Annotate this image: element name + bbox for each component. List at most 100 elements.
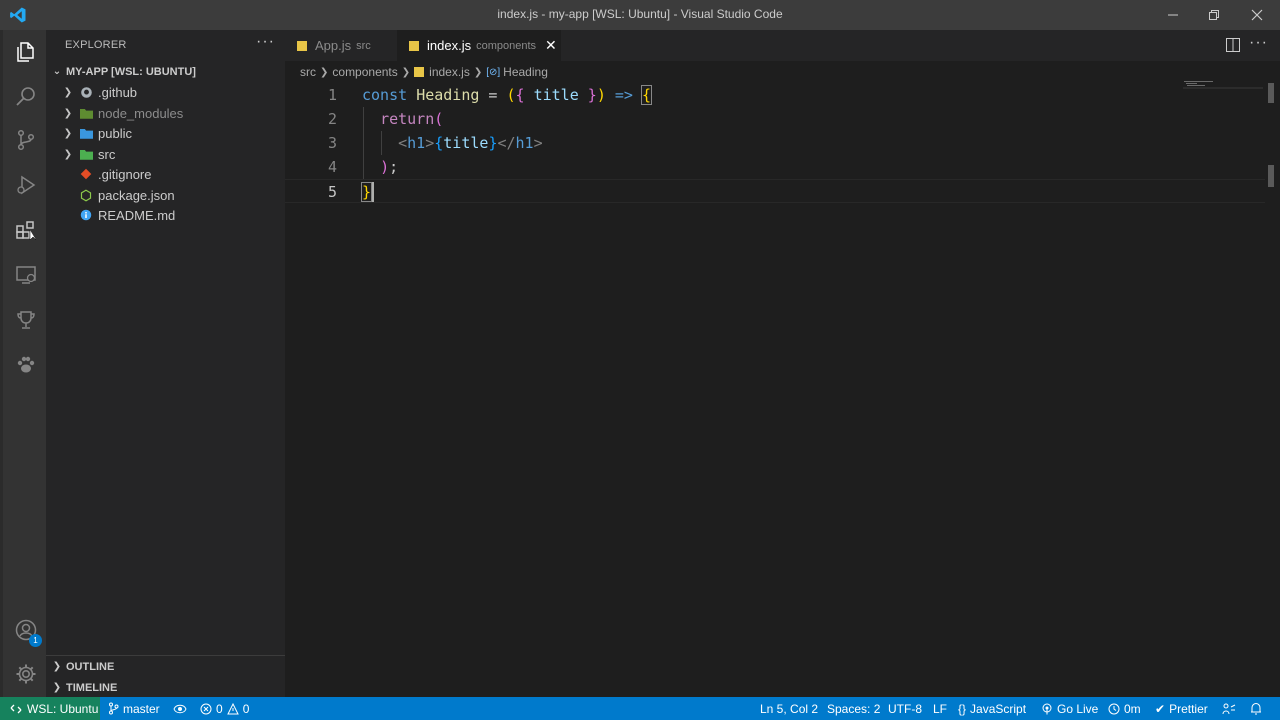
source-control-icon <box>17 129 35 151</box>
gear-icon <box>16 664 36 684</box>
tree-item-label: package.json <box>98 187 175 203</box>
tree-item-label: .gitignore <box>98 166 152 182</box>
activity-search[interactable] <box>3 74 49 118</box>
tree-item-readme[interactable]: README.md <box>46 205 285 225</box>
chevron-right-icon: ❯ <box>63 107 73 119</box>
activity-source-control[interactable] <box>3 118 49 162</box>
go-live-button[interactable]: Go Live <box>1041 697 1098 720</box>
workspace-root[interactable]: ⌄ MY-APP [WSL: UBUNTU] <box>46 61 285 82</box>
restore-icon <box>1209 10 1219 20</box>
git-branch-icon <box>109 702 119 715</box>
line-number: 1 <box>327 86 337 104</box>
end-of-line[interactable]: LF <box>933 697 947 720</box>
timeline-label: TIMELINE <box>66 681 118 694</box>
activity-manage[interactable] <box>3 652 49 696</box>
bell-icon <box>1251 702 1261 715</box>
time-tracker[interactable]: 0m <box>1108 697 1141 720</box>
chevron-right-icon: ❯ <box>63 86 73 98</box>
close-window-button[interactable] <box>1236 0 1278 30</box>
chevron-right-icon: ❯ <box>63 148 73 160</box>
node-folder-icon <box>79 106 93 120</box>
breadcrumb-item[interactable]: components <box>332 65 397 79</box>
prettier-label: Prettier <box>1169 701 1208 716</box>
code-text: const Heading = ({ title }) => { <box>362 85 653 105</box>
workspace-root-label: MY-APP [WSL: UBUNTU] <box>66 65 196 78</box>
editor-tabs: App.js src index.js components ✕ ··· <box>285 30 1280 61</box>
encoding-label: UTF-8 <box>888 701 922 716</box>
remote-icon <box>10 704 22 713</box>
explorer-header: EXPLORER <box>65 39 127 51</box>
nodejs-file-icon <box>79 188 93 202</box>
activity-extensions[interactable] <box>3 208 49 252</box>
code-text: return( <box>380 110 444 128</box>
tree-item-package-json[interactable]: package.json <box>46 185 285 205</box>
outline-label: OUTLINE <box>66 660 115 673</box>
git-branch[interactable]: master <box>108 697 160 720</box>
code-line: 1 const Heading = ({ title }) => { <box>285 83 1265 107</box>
warning-count: 0 <box>242 701 250 716</box>
close-tab-icon[interactable]: ✕ <box>545 37 557 54</box>
timeline-section[interactable]: ❯ TIMELINE <box>46 677 285 698</box>
code-editor[interactable]: 1 const Heading = ({ title }) => { 2 ret… <box>285 83 1280 697</box>
indentation[interactable]: Spaces: 2 <box>827 697 880 720</box>
chevron-right-icon: ❯ <box>63 127 73 139</box>
restore-button[interactable] <box>1193 0 1235 30</box>
cursor-position[interactable]: Ln 5, Col 2 <box>760 697 818 720</box>
line-number: 2 <box>327 110 337 128</box>
tab-description: src <box>356 39 371 52</box>
remote-explorer-icon <box>16 266 36 284</box>
tree-item-label: node_modules <box>98 105 184 121</box>
sync-button[interactable] <box>173 697 187 720</box>
sync-icon <box>173 704 187 713</box>
error-count: 0 <box>216 701 223 716</box>
tree-item-public[interactable]: ❯ public <box>46 123 285 143</box>
js-file-icon <box>409 40 419 51</box>
more-actions-icon[interactable]: ··· <box>256 33 275 51</box>
code-text: } <box>360 182 373 202</box>
activity-explorer[interactable] <box>3 30 49 74</box>
tree-item-label: .github <box>98 84 138 100</box>
eol-label: LF <box>933 701 948 716</box>
remote-label: WSL: Ubuntu <box>27 701 99 716</box>
breadcrumb-item[interactable]: index.js <box>429 65 470 79</box>
language-mode[interactable]: {} JavaScript <box>958 697 1026 720</box>
split-editor-icon[interactable] <box>1226 38 1240 52</box>
remote-indicator[interactable]: WSL: Ubuntu <box>0 697 100 720</box>
activity-remote-explorer[interactable] <box>3 253 49 297</box>
js-file-icon <box>297 40 307 51</box>
chevron-right-icon: ❯ <box>52 682 62 693</box>
breadcrumb-item[interactable]: Heading <box>503 65 548 79</box>
activity-trophy[interactable] <box>3 298 49 342</box>
breadcrumb-item[interactable]: src <box>300 65 316 79</box>
tree-item-src[interactable]: ❯ src <box>46 144 285 164</box>
prettier-button[interactable]: ✔ Prettier <box>1155 697 1208 720</box>
text-cursor <box>372 182 374 202</box>
minimize-button[interactable] <box>1152 0 1194 30</box>
problems-indicator[interactable]: 0 0 <box>200 697 249 720</box>
activity-run-debug[interactable] <box>3 163 49 207</box>
activity-paw[interactable] <box>3 343 49 387</box>
go-live-label: Go Live <box>1057 701 1099 716</box>
sidebar-bottom-sections: ❯ OUTLINE ❯ TIMELINE <box>46 655 285 697</box>
code-line: 4 ); <box>285 155 1265 179</box>
tree-item-github[interactable]: ❯ .github <box>46 82 285 102</box>
activity-accounts[interactable]: 1 <box>3 608 49 652</box>
tab-app-js[interactable]: App.js src <box>285 30 397 61</box>
tab-index-js[interactable]: index.js components ✕ <box>397 30 561 61</box>
tree-item-gitignore[interactable]: .gitignore <box>46 164 285 184</box>
encoding[interactable]: UTF-8 <box>888 697 922 720</box>
tree-item-label: src <box>98 146 116 162</box>
public-folder-icon <box>79 126 93 140</box>
minimap[interactable] <box>1183 80 1263 92</box>
broadcast-icon <box>1042 703 1052 714</box>
more-actions-icon[interactable]: ··· <box>1249 34 1268 52</box>
notifications-button[interactable] <box>1250 697 1262 720</box>
js-file-icon <box>414 67 425 77</box>
trophy-icon <box>17 311 35 329</box>
vertical-scrollbar[interactable] <box>1266 83 1280 697</box>
tree-item-node-modules[interactable]: ❯ node_modules <box>46 103 285 123</box>
feedback-button[interactable] <box>1222 697 1236 720</box>
chevron-right-icon: ❯ <box>473 66 483 78</box>
outline-section[interactable]: ❯ OUTLINE <box>46 656 285 677</box>
tab-label: index.js <box>427 38 472 53</box>
